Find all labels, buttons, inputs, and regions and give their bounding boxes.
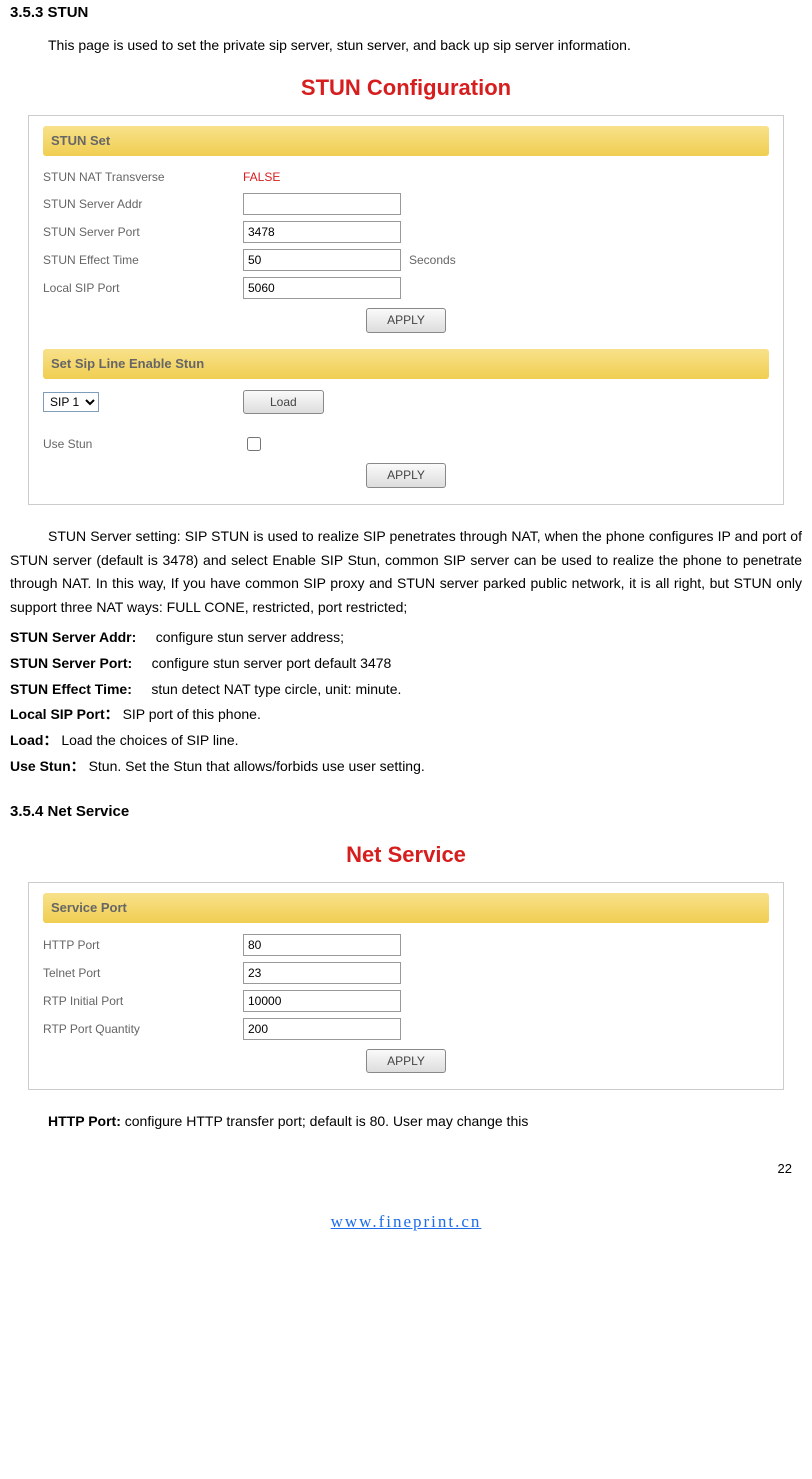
telnet-port-input[interactable] <box>243 962 401 984</box>
netsvc-apply-row: APPLY <box>43 1043 769 1075</box>
local-sip-input[interactable] <box>243 277 401 299</box>
net-service-heading: Net Service <box>10 836 802 873</box>
stun-nat-label: STUN NAT Transverse <box>43 167 243 187</box>
service-port-title: Service Port <box>43 893 769 923</box>
rtp-initial-label: RTP Initial Port <box>43 991 243 1011</box>
telnet-port-row: Telnet Port <box>43 959 769 987</box>
rtp-qty-row: RTP Port Quantity <box>43 1015 769 1043</box>
use-stun-row: Use Stun <box>43 431 769 457</box>
netsvc-apply-button[interactable]: APPLY <box>366 1049 446 1073</box>
http-port-row: HTTP Port <box>43 931 769 959</box>
use-stun-checkbox[interactable] <box>247 437 261 451</box>
local-sip-label: Local SIP Port <box>43 278 243 298</box>
stun-set-title: STUN Set <box>43 126 769 156</box>
stun-port-row: STUN Server Port <box>43 218 769 246</box>
stun-effect-suffix: Seconds <box>409 250 456 270</box>
stun-definitions: STUN Server Addr: configure stun server … <box>10 626 802 779</box>
stun-apply-row: APPLY <box>43 302 769 334</box>
rtp-initial-row: RTP Initial Port <box>43 987 769 1015</box>
rtp-qty-label: RTP Port Quantity <box>43 1019 243 1039</box>
local-sip-row: Local SIP Port <box>43 274 769 302</box>
def-local-sip: Local SIP Port： SIP port of this phone. <box>10 703 802 727</box>
section-354-title: 3.5.4 Net Service <box>10 799 802 825</box>
footer-link-row: www.fineprint.cn <box>10 1208 802 1237</box>
stun-port-label: STUN Server Port <box>43 222 243 242</box>
http-port-description: HTTP Port: configure HTTP transfer port;… <box>10 1110 802 1134</box>
stun-effect-label: STUN Effect Time <box>43 250 243 270</box>
def-stun-effect: STUN Effect Time: stun detect NAT type c… <box>10 678 802 702</box>
stun-description: STUN Server setting: SIP STUN is used to… <box>10 525 802 620</box>
stun-addr-row: STUN Server Addr <box>43 190 769 218</box>
use-stun-label: Use Stun <box>43 434 243 454</box>
stun-addr-input[interactable] <box>243 193 401 215</box>
sip-line-select[interactable]: SIP 1 <box>43 392 99 412</box>
def-load: Load： Load the choices of SIP line. <box>10 729 802 753</box>
section-353-intro: This page is used to set the private sip… <box>10 34 802 58</box>
stun-config-heading: STUN Configuration <box>10 69 802 106</box>
page-number: 22 <box>10 1158 792 1180</box>
def-stun-addr: STUN Server Addr: configure stun server … <box>10 626 802 650</box>
http-port-input[interactable] <box>243 934 401 956</box>
def-use-stun: Use Stun： Stun. Set the Stun that allows… <box>10 755 802 779</box>
stun-effect-row: STUN Effect Time Seconds <box>43 246 769 274</box>
sip-apply-button[interactable]: APPLY <box>366 463 446 487</box>
footer-link[interactable]: www.fineprint.cn <box>331 1212 482 1231</box>
sip-line-title: Set Sip Line Enable Stun <box>43 349 769 379</box>
stun-config-panel: STUN Set STUN NAT Transverse FALSE STUN … <box>28 115 784 505</box>
stun-port-input[interactable] <box>243 221 401 243</box>
stun-apply-button[interactable]: APPLY <box>366 308 446 332</box>
sip-line-row: SIP 1 Load <box>43 387 769 417</box>
stun-effect-input[interactable] <box>243 249 401 271</box>
net-service-panel: Service Port HTTP Port Telnet Port RTP I… <box>28 882 784 1090</box>
def-stun-port: STUN Server Port: configure stun server … <box>10 652 802 676</box>
sip-apply-row: APPLY <box>43 457 769 489</box>
stun-addr-label: STUN Server Addr <box>43 194 243 214</box>
rtp-qty-input[interactable] <box>243 1018 401 1040</box>
load-button[interactable]: Load <box>243 390 324 414</box>
rtp-initial-input[interactable] <box>243 990 401 1012</box>
stun-nat-row: STUN NAT Transverse FALSE <box>43 164 769 190</box>
http-port-label: HTTP Port <box>43 935 243 955</box>
telnet-port-label: Telnet Port <box>43 963 243 983</box>
stun-nat-value: FALSE <box>243 167 280 187</box>
section-353-title: 3.5.3 STUN <box>10 0 802 26</box>
